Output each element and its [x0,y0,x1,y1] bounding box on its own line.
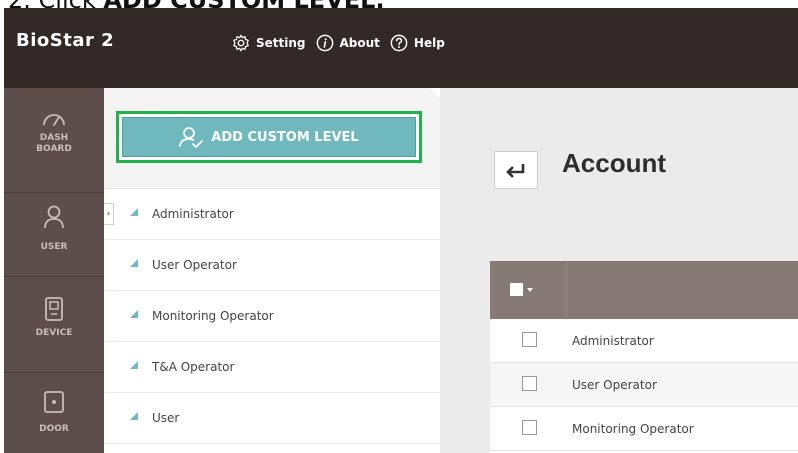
row-level-name: User Operator [572,378,657,392]
nav-dashboard-label-1: DASH [39,133,69,143]
level-item-monitoring-operator[interactable]: Monitoring Operator [104,291,440,342]
row-checkbox[interactable] [522,376,537,391]
help-label: Help [413,36,445,50]
row-level-name: Monitoring Operator [572,422,694,436]
panel-corner [430,88,440,98]
account-level-panel: ADD CUSTOM LEVEL › Administrator User Op… [104,88,440,453]
nav-divider [4,372,104,373]
level-list: › Administrator User Operator Monitoring… [104,189,440,444]
brand-logo[interactable]: BioStar 2 [16,30,114,51]
level-triangle-icon [130,412,138,420]
select-all-dropdown[interactable] [510,283,533,296]
side-nav: DASH BOARD USER DEVICE DOOR [4,88,104,453]
nav-user[interactable]: USER [4,198,104,274]
user-icon [44,205,64,229]
row-level-name: Administrator [572,334,654,348]
top-header: BioStar 2 Setting About Help [4,8,798,88]
setting-label: Setting [256,36,306,50]
back-button[interactable] [494,151,538,189]
level-label: User [152,411,180,425]
level-triangle-icon [130,361,138,369]
table-row[interactable]: User Operator [490,363,798,407]
add-custom-level-label: ADD CUSTOM LEVEL [211,129,359,145]
level-item-user[interactable]: User [104,393,440,444]
help-link[interactable]: Help [390,34,445,52]
main-content: Account Administrator User Operator Moni… [440,88,798,453]
page-title: Account [562,148,666,178]
door-icon [44,391,64,413]
level-triangle-icon [130,208,138,216]
app-window: BioStar 2 Setting About Help DASH BOARD … [4,8,798,453]
nav-divider [4,192,104,193]
device-icon [45,297,63,321]
top-nav: Setting About Help [232,34,455,52]
level-label: T&A Operator [152,360,235,374]
collapse-handle[interactable]: › [104,203,114,225]
nav-dashboard-label-2: BOARD [36,144,72,154]
nav-divider [4,276,104,277]
nav-device[interactable]: DEVICE [4,282,104,362]
gauge-icon [43,114,65,126]
nav-user-label: USER [40,242,68,252]
level-panel-header: ADD CUSTOM LEVEL [104,88,440,189]
level-triangle-icon [130,259,138,267]
setting-link[interactable]: Setting [232,34,306,52]
user-check-icon [179,127,204,148]
info-icon [316,34,333,52]
nav-door[interactable]: DOOR [4,378,104,453]
question-icon [390,34,408,52]
about-label: About [339,36,380,50]
table-row[interactable]: Monitoring Operator [490,407,798,451]
row-checkbox[interactable] [522,332,537,347]
account-table: Administrator User Operator Monitoring O… [490,261,798,453]
select-all-checkbox[interactable] [510,283,523,296]
row-checkbox[interactable] [522,420,537,435]
nav-dashboard[interactable]: DASH BOARD [4,94,104,178]
nav-door-label: DOOR [39,424,69,434]
return-arrow-icon [506,164,525,178]
nav-device-label: DEVICE [35,328,73,338]
level-label: Monitoring Operator [152,309,274,323]
level-item-ta-operator[interactable]: T&A Operator [104,342,440,393]
level-item-user-operator[interactable]: User Operator [104,240,440,291]
level-label: Administrator [152,207,234,221]
table-row[interactable]: Administrator [490,319,798,363]
level-label: User Operator [152,258,237,272]
level-item-administrator[interactable]: › Administrator [104,189,440,240]
header-divider [566,261,567,319]
level-triangle-icon [130,310,138,318]
about-link[interactable]: About [316,34,380,52]
add-custom-level-highlight: ADD CUSTOM LEVEL [116,111,422,163]
gear-icon [233,34,249,52]
add-custom-level-button[interactable]: ADD CUSTOM LEVEL [122,117,416,157]
chevron-down-icon [527,287,533,292]
table-header [490,261,798,319]
